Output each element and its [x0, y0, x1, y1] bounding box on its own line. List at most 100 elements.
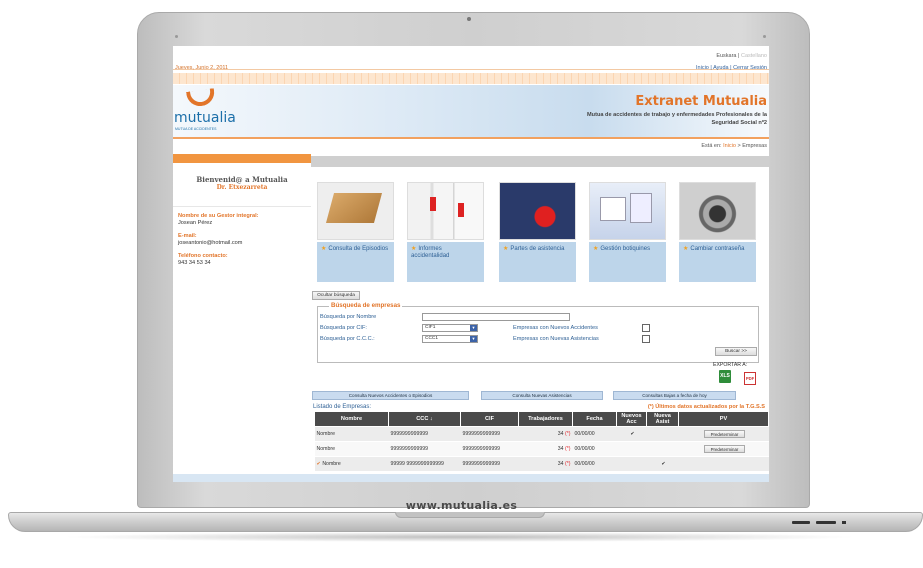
top-links: Inicio | Ayuda | Cerrar Sesión	[696, 65, 767, 71]
pdf-export-icon[interactable]: PDF	[744, 372, 756, 385]
chevron-down-icon[interactable]: ▼	[470, 325, 477, 331]
hand-photo-icon[interactable]	[499, 182, 576, 240]
companies-table: Nombre CCC ↓ CIF Trabajadores Fecha Nuev…	[314, 411, 769, 472]
tile-label[interactable]: Partes de asistencia	[510, 246, 564, 252]
first-aid-photo-icon[interactable]	[589, 182, 666, 240]
tile-partes-asistencia[interactable]: ★ Partes de asistencia	[499, 182, 576, 282]
col-nombre[interactable]: Nombre	[314, 411, 389, 427]
cell-name[interactable]: Nombre	[322, 461, 340, 467]
breadcrumb-home[interactable]: Inicio	[723, 143, 736, 149]
email-value[interactable]: joseantonio@hotmail.com	[178, 240, 310, 247]
table-row[interactable]: ✔ Nombre 99999 9999999999999 99999999999…	[314, 456, 769, 472]
tile-consulta-episodios[interactable]: ★ Consulta de Episodios	[317, 182, 394, 282]
email-label: E-mail:	[178, 233, 197, 239]
cell-name[interactable]: Nombre	[317, 446, 335, 452]
camera-icon	[467, 17, 471, 21]
port-icon	[842, 521, 846, 524]
cell-name[interactable]: Nombre	[317, 431, 335, 437]
col-ccc[interactable]: CCC ↓	[388, 411, 461, 427]
tile-informes-accidentalidad[interactable]: ★ Informes accidentalidad	[407, 182, 484, 282]
cell-new-acc	[616, 456, 647, 472]
user-name: Dr. Etxezarreta	[216, 184, 268, 191]
ccc-value: CCC1	[425, 336, 439, 341]
col-cif[interactable]: CIF	[460, 411, 519, 427]
col-trabajadores[interactable]: Trabajadores	[518, 411, 573, 427]
current-leaves-button[interactable]: Consultas Bajas a fecha de hoy	[613, 391, 736, 400]
link-cerrar-sesion[interactable]: Cerrar Sesión	[733, 65, 767, 71]
search-legend: Búsqueda de empresas	[329, 302, 403, 309]
cell-workers: 34	[557, 446, 564, 452]
cif-select[interactable]: CIF1 ▼	[422, 324, 478, 332]
sidebar-accent	[173, 154, 311, 163]
col-pv[interactable]: PV	[678, 411, 769, 427]
predeterminar-button[interactable]: Predeterminar	[703, 430, 746, 438]
cell-ccc: 99999 9999999999999	[388, 456, 461, 472]
current-date: Jueves, Junio 2, 2011	[175, 65, 229, 71]
search-form: Búsqueda de empresas Búsqueda por Nombre…	[317, 302, 759, 363]
chevron-down-icon[interactable]: ▼	[470, 336, 477, 342]
search-button[interactable]: Buscar >>	[715, 347, 757, 356]
predeterminar-button[interactable]: Predeterminar	[703, 445, 746, 453]
office-photo-icon[interactable]	[407, 182, 484, 240]
cell-ccc: 9999999999999	[388, 426, 461, 442]
top-bar	[173, 46, 769, 70]
cif-value: CIF1	[425, 325, 436, 330]
star-icon: ★	[503, 246, 509, 252]
cell-stars: (*)	[565, 461, 571, 467]
laptop-notch	[395, 512, 545, 518]
new-assist-button[interactable]: Consulta Nuevas Asistencias	[481, 391, 603, 400]
link-inicio[interactable]: Inicio	[696, 65, 709, 71]
ccc-select[interactable]: CCC1 ▼	[422, 335, 478, 343]
breadcrumb-current: Empresas	[742, 143, 767, 149]
cell-new-asist	[646, 441, 679, 457]
page-subtitle: Mutua de accidentes de trabajo y enferme…	[587, 112, 767, 126]
export-label: EXPORTAR A:	[713, 362, 748, 368]
excel-export-icon[interactable]: XLS	[719, 370, 731, 383]
logo-subtext: MUTUA DE ACCIDENTES	[175, 127, 217, 131]
header-banner: mutualia MUTUA DE ACCIDENTES Extranet Mu…	[173, 85, 769, 139]
cell-ccc: 9999999999999	[388, 441, 461, 457]
tile-gestion-botiquines[interactable]: ★ Gestión botiquines	[589, 182, 666, 282]
new-accidents-checkbox[interactable]	[642, 324, 650, 332]
mutualia-logo-icon[interactable]	[186, 88, 216, 108]
cell-new-acc	[616, 441, 647, 457]
cell-new-asist: ✔	[646, 456, 679, 472]
label-nombre: Búsqueda por Nombre	[320, 314, 377, 320]
box-photo-icon[interactable]	[317, 182, 394, 240]
link-ayuda[interactable]: Ayuda	[713, 65, 729, 71]
tile-label[interactable]: Informes accidentalidad	[411, 246, 449, 259]
language-switch: Euskara | Castellano	[716, 53, 767, 59]
label-new-assist: Empresas con Nuevas Asistencias	[513, 336, 599, 342]
lang-castellano[interactable]: Castellano	[741, 53, 767, 59]
label-cif: Búsqueda por CIF:	[320, 325, 367, 331]
bezel-dot	[175, 35, 178, 38]
cell-cif: 9999999999999	[460, 441, 519, 457]
laptop-mockup: Euskara | Castellano Jueves, Junio 2, 20…	[0, 0, 923, 568]
tile-cambiar-contrasena[interactable]: ★ Cambiar contraseña	[679, 182, 756, 282]
cell-new-asist	[646, 426, 679, 442]
lang-euskara[interactable]: Euskara	[716, 53, 736, 59]
col-nueva-asist[interactable]: Nueva Asist	[646, 411, 679, 427]
label-ccc: Búsqueda por C.C.C.:	[320, 336, 375, 342]
col-fecha[interactable]: Fecha	[572, 411, 617, 427]
row-check: ✔	[316, 461, 321, 467]
page-title: Extranet Mutualia	[635, 94, 767, 109]
new-accidents-button[interactable]: Consulta Nuevos Accidentes o Episodios	[312, 391, 469, 400]
gestor-label: Nombre de su Gestor integral:	[178, 213, 259, 219]
tile-label[interactable]: Cambiar contraseña	[690, 246, 744, 252]
table-row[interactable]: Nombre 9999999999999 9999999999999 34 (*…	[314, 441, 769, 457]
cell-cif: 9999999999999	[460, 456, 519, 472]
cell-date: 00/00/00	[572, 426, 617, 442]
logo-text[interactable]: mutualia	[174, 110, 236, 126]
new-assist-checkbox[interactable]	[642, 335, 650, 343]
tile-label[interactable]: Consulta de Episodios	[328, 246, 388, 252]
name-search-input[interactable]	[422, 313, 570, 321]
cell-stars: (*)	[565, 446, 571, 452]
table-row[interactable]: Nombre 9999999999999 9999999999999 34 (*…	[314, 426, 769, 442]
cell-cif: 9999999999999	[460, 426, 519, 442]
col-nuevos-acc[interactable]: Nuevos Acc	[616, 411, 647, 427]
port-icon	[792, 521, 810, 524]
lock-photo-icon[interactable]	[679, 182, 756, 240]
tile-label[interactable]: Gestión botiquines	[600, 246, 650, 252]
hide-search-button[interactable]: Ocultar búsqueda	[312, 291, 360, 300]
